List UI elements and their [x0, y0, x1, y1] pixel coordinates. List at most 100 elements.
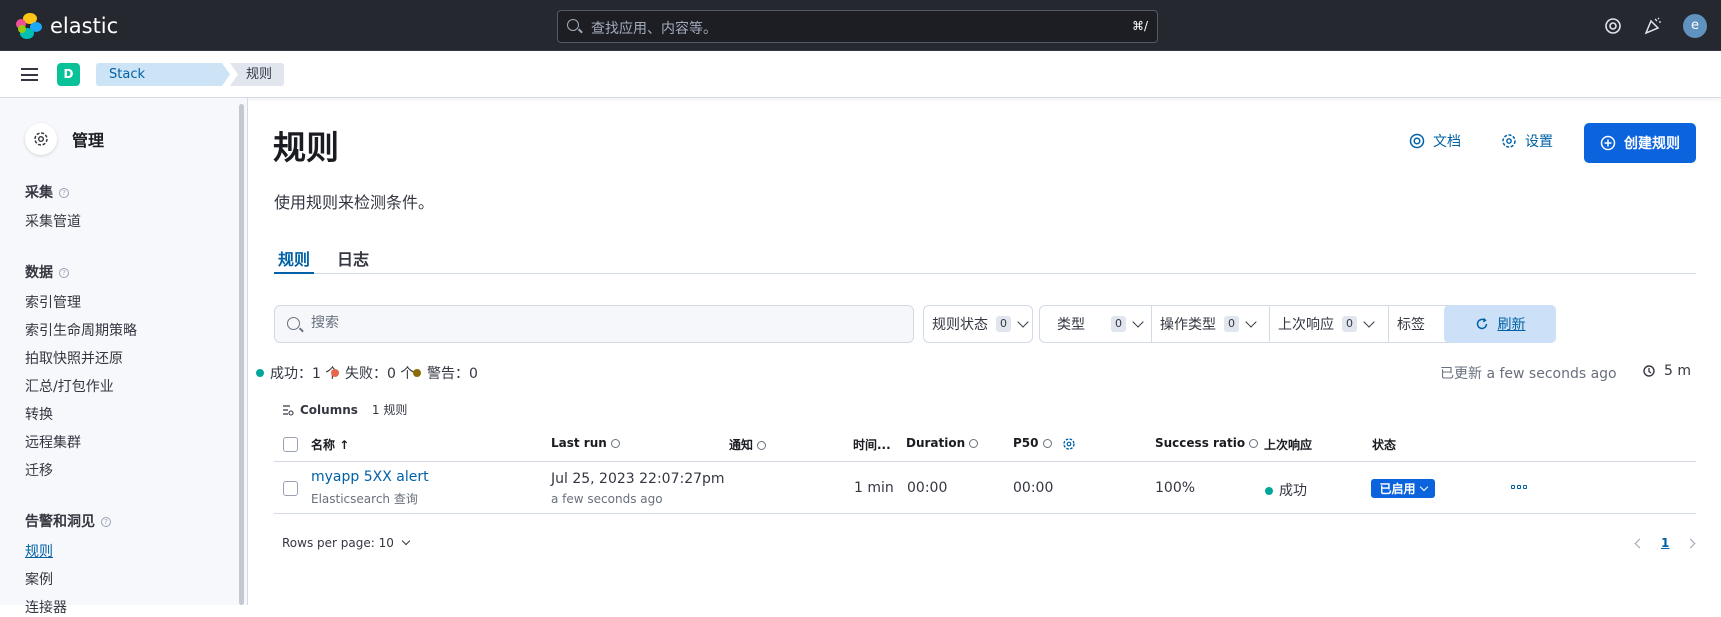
column-notify[interactable]: 通知	[729, 436, 767, 453]
breadcrumb-stack-management[interactable]: Stack Management	[96, 63, 230, 86]
next-page-icon[interactable]	[1685, 538, 1696, 548]
column-interval[interactable]: 时间...	[853, 436, 891, 453]
rule-state-dropdown[interactable]: 已启用	[1371, 479, 1435, 498]
sidebar-item-cases[interactable]: 案例	[25, 569, 53, 589]
refresh-icon	[1476, 317, 1487, 330]
sidebar-item-ilm[interactable]: 索引生命周期策略	[25, 320, 137, 340]
refresh-interval-button[interactable]: 5 m	[1642, 363, 1691, 379]
gear-icon[interactable]	[1062, 437, 1076, 451]
chevron-down-icon	[1245, 316, 1257, 328]
sidebar-item-remote-clusters[interactable]: 远程集群	[25, 432, 81, 452]
sort-ascending-icon: ↑	[339, 438, 350, 452]
refresh-interval-icon	[1643, 365, 1655, 377]
pagination: 1	[1634, 536, 1696, 550]
info-icon: ?	[59, 268, 69, 278]
rules-search-input[interactable]	[311, 315, 891, 331]
rule-last-run: Jul 25, 2023 22:07:27pm	[551, 471, 725, 487]
tab-logs[interactable]: 日志	[337, 246, 369, 270]
rule-interval: 1 min	[854, 480, 894, 496]
page-title: 规则	[273, 128, 339, 167]
search-icon	[567, 19, 579, 31]
sidebar-item-rollup[interactable]: 汇总/打包作业	[25, 376, 114, 396]
column-state[interactable]: 状态	[1372, 436, 1396, 453]
settings-button[interactable]: 设置	[1501, 131, 1553, 151]
rule-last-run-relative: a few seconds ago	[551, 492, 663, 506]
sidebar-item-migrate[interactable]: 迁移	[25, 460, 53, 480]
help-icon[interactable]	[1603, 16, 1623, 36]
sidebar-scrollbar[interactable]	[239, 104, 244, 605]
rows-per-page-button[interactable]: Rows per page: 10	[282, 536, 411, 550]
rules-count: 1 规则	[371, 403, 408, 417]
rule-status-filter[interactable]: 规则状态 0	[932, 306, 1029, 342]
info-icon: ?	[59, 188, 69, 198]
last-updated-text: 已更新 a few seconds ago	[1440, 366, 1617, 382]
row-checkbox[interactable]	[283, 481, 298, 496]
column-last-run[interactable]: Last run	[551, 436, 620, 450]
column-duration[interactable]: Duration	[906, 436, 979, 450]
column-success-ratio[interactable]: Success ratio	[1155, 436, 1259, 450]
status-success: 成功：1 个	[256, 363, 339, 383]
sidebar-group-alerts: 告警和洞见?	[25, 511, 111, 531]
gear-icon	[25, 123, 57, 155]
success-dot	[1265, 487, 1273, 495]
rule-name-link[interactable]: myapp 5XX alert	[311, 469, 429, 485]
page-number-button[interactable]: 1	[1661, 536, 1669, 550]
rule-p50: 00:00	[1013, 480, 1054, 496]
news-feed-icon[interactable]	[1643, 16, 1663, 36]
columns-icon	[283, 404, 294, 416]
table-header: 名称 ↑ Last run 通知 时间... Duration P50 Succ…	[274, 425, 1696, 462]
previous-page-icon[interactable]	[1634, 538, 1645, 548]
rules-search-field[interactable]	[274, 305, 914, 343]
app-name: elastic	[50, 14, 119, 38]
column-name[interactable]: 名称 ↑	[311, 436, 349, 453]
space-avatar[interactable]: D	[57, 63, 80, 86]
refresh-button[interactable]: 刷新	[1444, 305, 1556, 343]
hamburger-menu-icon[interactable]	[21, 68, 38, 81]
last-response-filter[interactable]: 上次响应 0	[1278, 306, 1375, 342]
sidebar-item-snapshot[interactable]: 拍取快照并还原	[25, 348, 123, 368]
select-all-checkbox[interactable]	[283, 437, 298, 452]
table-row: myapp 5XX alert Elasticsearch 查询 Jul 25,…	[274, 463, 1696, 514]
tab-rules[interactable]: 规则	[273, 246, 315, 274]
docs-button[interactable]: 文档	[1409, 131, 1461, 151]
elastic-logo-icon	[16, 13, 42, 39]
sidebar-item-rules[interactable]: 规则	[25, 541, 53, 561]
create-rule-button[interactable]: 创建规则	[1584, 123, 1696, 163]
columns-selector[interactable]: Columns 1 规则	[282, 401, 407, 418]
sidebar-title: 管理	[72, 131, 105, 150]
search-icon	[287, 317, 300, 330]
sidebar-item-transforms[interactable]: 转换	[25, 404, 53, 424]
chevron-down-icon	[1017, 316, 1029, 328]
info-icon	[969, 439, 979, 448]
sidebar-group-data: 数据?	[25, 262, 69, 282]
warning-dot	[413, 369, 421, 377]
main-content: 规则 使用规则来检测条件。 文档 设置 创建规则 规则 日志 规则状态0 类型0…	[249, 98, 1721, 605]
page-subtitle: 使用规则来检测条件。	[274, 193, 435, 212]
action-type-filter[interactable]: 操作类型 0	[1160, 306, 1257, 342]
sidebar-group-ingest: 采集?	[25, 182, 69, 202]
plus-circle-icon	[1600, 135, 1616, 151]
info-icon	[1249, 439, 1259, 448]
rule-success-ratio: 100%	[1155, 480, 1196, 496]
sidebar-item-connectors[interactable]: 连接器	[25, 597, 67, 617]
sidebar-item-ingest-pipelines[interactable]: 采集管道	[25, 211, 81, 231]
column-last-response[interactable]: 上次响应	[1264, 436, 1312, 453]
sidebar-item-index-management[interactable]: 索引管理	[25, 292, 81, 312]
status-failed: 失败：0 个	[331, 363, 414, 383]
top-header: elastic 查找应用、内容等。 ⌘/ e	[0, 0, 1721, 51]
user-avatar[interactable]: e	[1683, 14, 1707, 38]
type-filter[interactable]: 类型 0	[1057, 306, 1144, 342]
rule-type: Elasticsearch 查询	[311, 492, 418, 506]
more-actions-icon[interactable]	[1511, 485, 1527, 489]
chevron-down-icon	[1132, 316, 1144, 328]
column-p50[interactable]: P50	[1013, 436, 1076, 451]
rule-status-filter-group: 规则状态 0	[923, 305, 1033, 343]
gear-icon	[1502, 134, 1516, 148]
tab-bar: 规则 日志	[273, 238, 1696, 274]
sidebar-header: 管理	[25, 123, 104, 155]
elastic-logo[interactable]: elastic	[16, 13, 118, 39]
breadcrumb-rules: 规则	[230, 63, 284, 86]
global-search-input[interactable]: 查找应用、内容等。 ⌘/	[557, 10, 1158, 43]
info-icon: ?	[101, 517, 111, 527]
info-icon	[1042, 439, 1052, 448]
